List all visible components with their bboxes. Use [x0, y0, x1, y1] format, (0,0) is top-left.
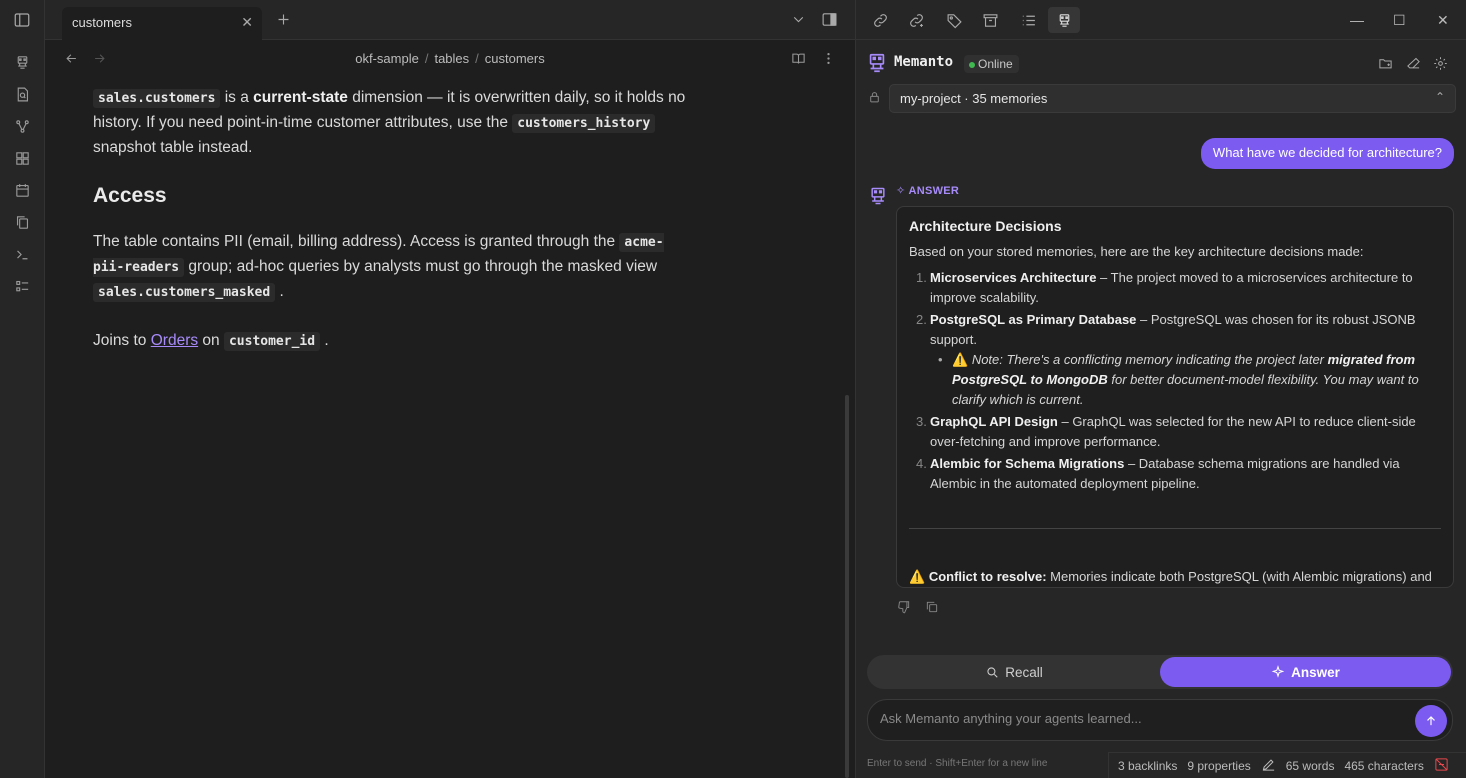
memanto-panel: — ☐ ✕ Memanto Online my-project · 35 mem… [855, 0, 1466, 778]
list-item: 4. Alembic for Schema Migrations – Databa… [916, 456, 1400, 491]
canvas-icon[interactable] [0, 142, 45, 174]
warning-icon: ⚠️ [952, 352, 972, 367]
list-item: 1. Microservices Architecture – The proje… [916, 270, 1413, 305]
heading-access: Access [93, 184, 167, 207]
decision-list: 1. Microservices Architecture – The proje… [909, 268, 1441, 494]
folder-icon[interactable] [1378, 56, 1393, 74]
eraser-icon[interactable] [1406, 56, 1421, 74]
recall-button[interactable]: Recall [869, 657, 1159, 687]
memanto-header: Memanto Online [866, 50, 1461, 78]
project-select[interactable]: my-project · 35 memories ⌃ [889, 84, 1456, 113]
note-content[interactable]: sales.customers is a current-state dimen… [93, 86, 693, 378]
answer-title: Architecture Decisions [909, 218, 1062, 234]
memanto-title: Memanto [894, 54, 954, 70]
send-button[interactable] [1415, 705, 1447, 737]
answer-intro: Based on your stored memories, here are … [909, 244, 1364, 259]
reading-view-icon[interactable] [791, 51, 806, 69]
project-row: my-project · 35 memories ⌃ [866, 84, 1461, 113]
maximize-icon[interactable]: ☐ [1393, 12, 1406, 29]
answer-button[interactable]: Answer [1160, 657, 1451, 687]
mode-switch: Recall Answer [867, 655, 1453, 689]
tab-customers[interactable]: customers ✕ [62, 7, 262, 40]
terminal-icon[interactable] [0, 238, 45, 270]
chevron-updown-icon: ⌃ [1434, 90, 1445, 104]
scrollbar[interactable] [845, 395, 849, 778]
memanto-robot-icon[interactable] [1048, 7, 1080, 33]
editor-header: okf-sample / tables / customers [45, 40, 855, 78]
inline-code: sales.customers_masked [93, 283, 276, 302]
graph-view-icon[interactable] [0, 110, 45, 142]
tab-title: customers [72, 15, 132, 30]
link-sparkle-icon[interactable] [900, 7, 932, 33]
conflict-note: ⚠️ Note: There's a conflicting memory in… [930, 350, 1441, 410]
answer-label: ✧ ANSWER [896, 185, 960, 197]
inline-code: customer_id [223, 332, 321, 351]
ask-input[interactable] [880, 711, 1400, 726]
feedback-row [897, 600, 939, 617]
ask-box [867, 699, 1453, 741]
paragraph: Joins to Orders on customer_id . [93, 332, 329, 351]
left-ribbon [0, 0, 45, 778]
list-item: 2. PostgreSQL as Primary Database – Postg… [909, 310, 1441, 410]
breadcrumb-item[interactable]: customers [485, 51, 545, 66]
sync-error-icon[interactable] [1434, 757, 1449, 775]
copy-files-icon[interactable] [0, 206, 45, 238]
close-tab-icon[interactable]: ✕ [241, 14, 253, 31]
list-icon[interactable] [1012, 7, 1044, 33]
right-sidebar-toggle-icon[interactable] [821, 11, 838, 31]
input-hint: Enter to send · Shift+Enter for a new li… [867, 758, 1048, 769]
list-item: 3. GraphQL API Design – GraphQL was selec… [916, 414, 1416, 449]
warning-icon: ⚠️ [909, 569, 929, 584]
minimize-icon[interactable]: — [1350, 12, 1364, 28]
sidebar-toggle-icon[interactable] [0, 0, 44, 40]
archive-icon[interactable] [974, 7, 1006, 33]
gear-icon[interactable] [1433, 56, 1448, 74]
word-count: 65 words [1285, 758, 1335, 773]
inline-code: sales.customers [93, 89, 221, 108]
status-bar: 3 backlinks 9 properties 65 words 465 ch… [1108, 752, 1466, 778]
status-badge: Online [964, 55, 1019, 73]
memanto-robot-icon[interactable] [0, 46, 45, 78]
checklist-icon[interactable] [0, 270, 45, 302]
user-message: What have we decided for architecture? [1200, 138, 1454, 169]
properties-count[interactable]: 9 properties [1187, 759, 1250, 773]
search-icon [987, 667, 998, 678]
breadcrumb-item[interactable]: tables [434, 51, 469, 66]
arrow-up-icon [1427, 716, 1435, 726]
edit-pencil-icon[interactable] [1261, 757, 1276, 775]
chevron-down-icon[interactable] [790, 11, 807, 31]
conflict-summary: ⚠️ Conflict to resolve: Memories indicat… [909, 569, 1432, 584]
search-file-icon[interactable] [0, 78, 45, 110]
project-select-value: my-project · 35 memories [900, 91, 1048, 106]
orders-link[interactable]: Orders [151, 332, 198, 349]
memanto-logo-icon [866, 51, 888, 78]
sparkle-icon: ✧ [896, 185, 909, 197]
thumbs-down-icon[interactable] [897, 601, 911, 617]
divider [909, 528, 1441, 529]
more-options-icon[interactable] [821, 51, 836, 69]
inline-code: customers_history [512, 114, 656, 133]
sparkle-icon [1271, 665, 1285, 678]
lock-icon [868, 91, 881, 107]
right-toolbar: — ☐ ✕ [856, 0, 1466, 40]
backlinks-count[interactable]: 3 backlinks [1118, 759, 1177, 773]
new-tab-icon[interactable] [275, 11, 292, 31]
character-count: 465 characters [1344, 758, 1424, 773]
tab-bar: customers ✕ [45, 0, 855, 40]
paragraph: sales.customers is a current-state dimen… [93, 89, 686, 156]
breadcrumb: okf-sample / tables / customers [355, 51, 545, 66]
paragraph: The table contains PII (email, billing a… [93, 233, 664, 302]
memanto-avatar-icon [868, 184, 888, 211]
answer-card: Architecture Decisions Based on your sto… [896, 206, 1454, 588]
calendar-icon[interactable] [0, 174, 45, 206]
copy-icon[interactable] [925, 601, 939, 617]
tag-icon[interactable] [938, 7, 970, 33]
breadcrumb-item[interactable]: okf-sample [355, 51, 419, 66]
link-agent-icon[interactable] [864, 7, 896, 33]
close-window-icon[interactable]: ✕ [1437, 12, 1449, 29]
